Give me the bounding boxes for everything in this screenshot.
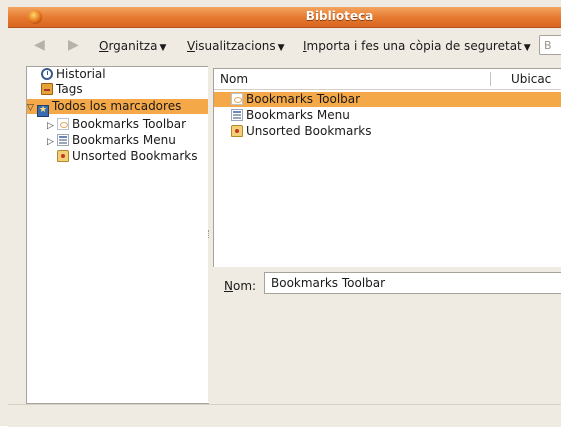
history-clock-icon: [41, 68, 53, 80]
chevron-down-icon: ▼: [523, 43, 531, 53]
import-backup-menu[interactable]: Importa i fes una còpia de seguretat ▼: [303, 39, 531, 53]
sidebar-item-label: Bookmarks Menu: [72, 133, 176, 147]
chevron-down-icon: ▼: [159, 43, 167, 53]
expander-closed-icon[interactable]: ▷: [47, 135, 57, 150]
organize-menu-label: rganitza: [108, 39, 158, 53]
import-menu-label: mporta i fes una còpia de seguretat: [306, 39, 522, 53]
sidebar-item-label: Bookmarks Toolbar: [72, 117, 187, 131]
splitter-grip[interactable]: [208, 230, 211, 238]
bookmarks-menu-icon: [57, 134, 69, 146]
expander-open-icon[interactable]: ▽: [27, 101, 37, 116]
sidebar-item-label: Historial: [56, 67, 106, 81]
list-item[interactable]: Bookmarks Menu: [214, 108, 561, 123]
chevron-down-icon: ▼: [277, 43, 285, 53]
bookmarks-menu-icon: [231, 109, 243, 121]
forward-arrow-icon[interactable]: ▶︎: [68, 38, 84, 52]
name-label-text: om:: [232, 279, 257, 293]
expander-closed-icon[interactable]: ▷: [47, 119, 57, 134]
unsorted-bookmarks-icon: [57, 150, 69, 162]
sidebar-item-history[interactable]: Historial: [41, 67, 106, 82]
status-area: [8, 404, 561, 427]
list-item-name: Bookmarks Menu: [246, 108, 350, 122]
views-menu[interactable]: Visualitzacions ▼: [187, 39, 285, 53]
list-column-header: Nom Ubicac: [214, 69, 561, 90]
sidebar-item-label: Todos los marcadores: [52, 99, 182, 113]
list-item[interactable]: Unsorted Bookmarks: [214, 124, 561, 139]
all-bookmarks-icon: ★: [37, 105, 49, 117]
sidebar-item-tags[interactable]: Tags: [41, 82, 83, 97]
title-bar[interactable]: Biblioteca: [8, 7, 561, 28]
views-menu-label: isualitzacions: [194, 39, 276, 53]
name-field[interactable]: Bookmarks Toolbar: [264, 272, 561, 294]
tags-icon: [41, 83, 53, 95]
places-sidebar-tree[interactable]: Historial Tags ▽ ★ Todos los marcadores ▷ B…: [26, 66, 209, 404]
details-pane: Nom: Bookmarks Toolbar: [213, 267, 561, 402]
sidebar-item-label: Unsorted Bookmarks: [72, 149, 198, 163]
organize-menu[interactable]: Organitza ▼: [99, 39, 166, 53]
list-item-name: Unsorted Bookmarks: [246, 124, 372, 138]
views-menu-accel: V: [187, 39, 195, 53]
sidebar-item-label: Tags: [56, 82, 83, 96]
window-title: Biblioteca: [305, 9, 374, 23]
toolbar: ◀︎ ▶︎ Organitza ▼ Visualitzacions ▼ Import…: [8, 28, 561, 64]
column-header-name[interactable]: Nom: [220, 72, 248, 86]
column-header-location[interactable]: Ubicac: [511, 72, 551, 86]
bookmarks-list[interactable]: Nom Ubicac Bookmarks Toolbar Bookmarks M…: [213, 68, 561, 268]
unsorted-bookmarks-icon: [231, 125, 243, 137]
name-field-label: Nom:: [224, 279, 256, 293]
bookmarks-toolbar-icon: [231, 93, 243, 105]
column-separator[interactable]: [490, 72, 491, 86]
back-arrow-icon[interactable]: ◀︎: [34, 38, 50, 52]
list-item-name: Bookmarks Toolbar: [246, 92, 361, 106]
bookmarks-toolbar-icon: [57, 118, 69, 130]
sidebar-item-all-bookmarks[interactable]: ▽ ★ Todos los marcadores: [27, 99, 209, 117]
name-label-accel: N: [224, 279, 233, 293]
library-window: Biblioteca ◀︎ ▶︎ Organitza ▼ Visualitzaci…: [0, 0, 561, 427]
sidebar-item-bookmarks-menu[interactable]: ▷ Bookmarks Menu: [47, 133, 176, 148]
sidebar-item-unsorted-bookmarks[interactable]: Unsorted Bookmarks: [57, 149, 197, 164]
sidebar-item-bookmarks-toolbar[interactable]: ▷ Bookmarks Toolbar: [47, 117, 186, 132]
list-item[interactable]: Bookmarks Toolbar: [214, 92, 561, 107]
search-input[interactable]: B: [539, 35, 561, 55]
